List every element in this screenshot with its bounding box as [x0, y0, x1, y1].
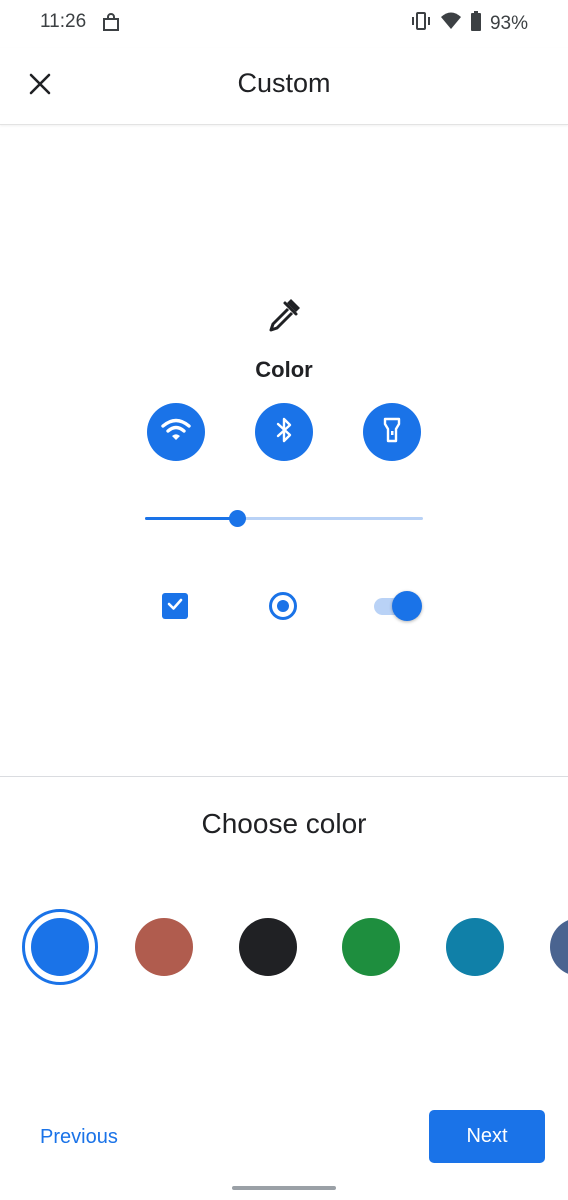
battery-icon: [470, 11, 482, 36]
check-icon: [165, 594, 185, 619]
slider-thumb: [228, 510, 246, 527]
next-button[interactable]: Next: [429, 1110, 545, 1163]
slider-track-active: [145, 517, 237, 520]
preview-switch: [374, 591, 424, 621]
color-swatch-slate-blue[interactable]: [550, 918, 568, 976]
status-time: 11:26: [40, 11, 87, 32]
color-swatch-blue[interactable]: [31, 918, 89, 976]
bluetooth-tile: [255, 403, 313, 461]
gesture-nav-handle[interactable]: [232, 1186, 336, 1190]
wifi-tile: [147, 403, 205, 461]
previous-button[interactable]: Previous: [22, 1112, 136, 1162]
color-swatch-terracotta[interactable]: [135, 918, 193, 976]
flashlight-icon: [382, 416, 402, 449]
flashlight-tile: [363, 403, 421, 461]
page-title: Custom: [237, 68, 331, 98]
custom-style-screen: 11:26 93% Custom Color Choose color Prev…: [0, 0, 568, 1200]
brightness-slider: [145, 505, 423, 533]
color-swatch-green[interactable]: [342, 918, 400, 976]
color-picker-icon: [264, 295, 304, 335]
wifi-signal-icon: [440, 11, 462, 36]
color-swatch-black[interactable]: [239, 918, 297, 976]
color-swatch-teal[interactable]: [446, 918, 504, 976]
vibrate-icon: [410, 11, 432, 36]
preview-checkbox: [162, 593, 188, 619]
status-icons: 93%: [410, 11, 528, 36]
shopping-bag-icon: [101, 12, 121, 32]
choose-color-title: Choose color: [201, 808, 367, 839]
preview-label: Color: [255, 357, 313, 382]
wifi-icon: [161, 417, 191, 448]
section-divider: [0, 776, 568, 777]
status-bar: 11:26 93%: [0, 0, 568, 48]
switch-thumb: [392, 591, 422, 621]
preview-radio: [269, 592, 297, 620]
style-preview: Color: [0, 125, 568, 776]
bluetooth-icon: [274, 416, 294, 449]
battery-percent: 93%: [489, 12, 528, 34]
radio-dot: [277, 600, 289, 612]
app-bar: Custom: [0, 48, 568, 125]
